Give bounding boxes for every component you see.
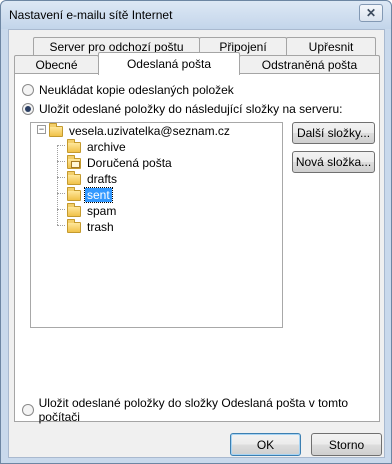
tab-sent-items[interactable]: Odeslaná pošta (98, 52, 240, 75)
folder-icon (67, 170, 81, 185)
radio-button-selected[interactable] (22, 103, 34, 115)
tab-label: Obecné (35, 58, 78, 72)
tree-connector (57, 225, 65, 226)
tab-deleted-items[interactable]: Odstraněná pošta (239, 55, 380, 74)
option-label: Uložit odeslané položky do následující s… (39, 102, 343, 116)
tab-general[interactable]: Obecné (14, 55, 99, 74)
dialog-body: Server pro odchozí poštu Připojení Upřes… (8, 29, 385, 458)
folder-icon (67, 202, 81, 217)
tab-advanced[interactable]: Upřesnit (286, 37, 376, 56)
folder-tree[interactable]: − vesela.uzivatelka@seznam.cz archive Do… (30, 122, 283, 328)
tree-item-inbox[interactable]: Doručená pošta (67, 154, 174, 171)
radio-button[interactable] (22, 84, 34, 96)
tree-root-account[interactable]: vesela.uzivatelka@seznam.cz (49, 122, 232, 139)
tree-item-archive[interactable]: archive (67, 138, 128, 155)
node-label: spam (87, 204, 117, 218)
option-label: Neukládat kopie odeslaných položek (39, 83, 234, 97)
inbox-folder-icon (67, 154, 81, 169)
sent-items-panel: Neukládat kopie odeslaných položek Uloži… (14, 73, 380, 424)
option-server-folder[interactable]: Uložit odeslané položky do následující s… (22, 102, 343, 116)
tree-connector (57, 193, 65, 194)
tab-label: Upřesnit (308, 40, 354, 54)
cancel-button[interactable]: Storno (311, 433, 382, 456)
tree-item-spam[interactable]: spam (67, 202, 118, 219)
new-folder-button[interactable]: Nová složka... (292, 151, 375, 173)
dialog-window: Nastavení e-mailu sítě Internet ✕ Server… (0, 0, 392, 464)
folder-icon (67, 218, 81, 233)
tab-label: Odeslaná pošta (126, 57, 212, 71)
tree-connector (57, 177, 65, 178)
more-folders-button[interactable]: Další složky... (292, 122, 375, 144)
option-no-copy[interactable]: Neukládat kopie odeslaných položek (22, 83, 234, 97)
collapse-icon[interactable]: − (37, 125, 46, 134)
node-label: vesela.uzivatelka@seznam.cz (69, 124, 230, 138)
radio-button[interactable] (22, 404, 34, 416)
node-label: archive (87, 140, 126, 154)
tab-label: Odstraněná pošta (261, 58, 358, 72)
tree-connector (57, 145, 58, 225)
tree-connector (57, 209, 65, 210)
tree-item-trash[interactable]: trash (67, 218, 116, 235)
node-label-selected: sent (84, 187, 113, 203)
option-local-folder[interactable]: Uložit odeslané položky do složky Odesla… (22, 396, 379, 424)
title-bar[interactable]: Nastavení e-mailu sítě Internet ✕ (1, 1, 391, 29)
tree-connector (57, 161, 65, 162)
folder-icon (67, 138, 81, 153)
close-icon: ✕ (365, 6, 377, 20)
tree-connector (57, 145, 65, 146)
option-label: Uložit odeslané položky do složky Odesla… (38, 396, 349, 424)
node-label: Doručená pošta (87, 156, 172, 170)
close-button[interactable]: ✕ (359, 4, 383, 22)
node-label: drafts (87, 172, 118, 186)
account-folder-icon (49, 122, 63, 137)
folder-icon (67, 186, 81, 201)
tree-item-drafts[interactable]: drafts (67, 170, 119, 187)
ok-button[interactable]: OK (230, 433, 301, 456)
tree-item-sent[interactable]: sent (67, 186, 113, 203)
window-title: Nastavení e-mailu sítě Internet (9, 8, 173, 22)
node-label: trash (87, 220, 114, 234)
